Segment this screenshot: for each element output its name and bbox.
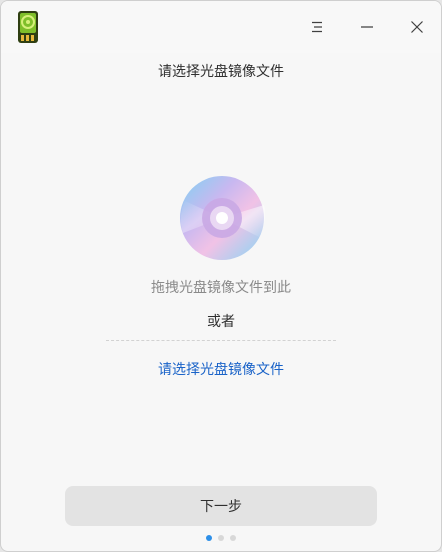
close-icon	[411, 21, 423, 33]
divider	[106, 340, 336, 341]
hamburger-menu-icon	[312, 21, 322, 33]
step-dot-3	[230, 535, 236, 541]
app-icon	[18, 11, 38, 43]
step-dot-2	[218, 535, 224, 541]
minimize-button[interactable]	[351, 11, 383, 43]
window: 请选择光盘镜像文件 拖拽光盘镜像文件到此 或者 请选择光盘镜像文件 下一步	[0, 0, 442, 552]
drag-hint-text: 拖拽光盘镜像文件到此	[151, 280, 291, 296]
minimize-icon	[361, 26, 373, 28]
step-dot-1	[206, 535, 212, 541]
or-text: 或者	[207, 314, 235, 330]
menu-button[interactable]	[301, 11, 333, 43]
close-button[interactable]	[401, 11, 433, 43]
select-image-link[interactable]: 请选择光盘镜像文件	[1, 359, 441, 379]
titlebar	[1, 1, 441, 53]
cd-disc-icon	[180, 176, 265, 260]
page-heading: 请选择光盘镜像文件	[158, 64, 284, 80]
step-indicator	[1, 535, 441, 541]
next-step-button[interactable]: 下一步	[65, 486, 377, 526]
